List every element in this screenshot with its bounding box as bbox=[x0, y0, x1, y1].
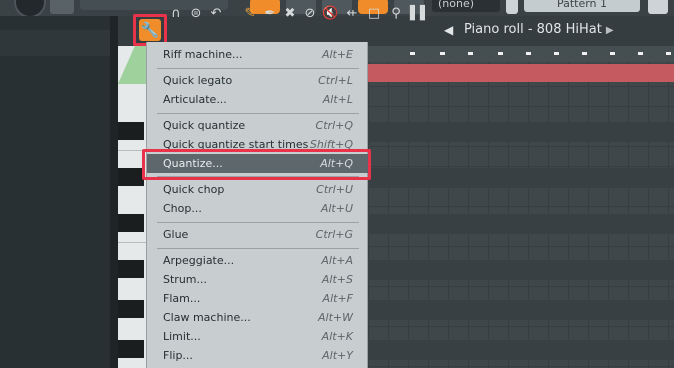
grid-row bbox=[368, 168, 674, 188]
menu-item-label: Quick chop bbox=[163, 183, 225, 196]
ruler-tick bbox=[498, 52, 503, 55]
hint-bar bbox=[80, 0, 228, 10]
piano-keyboard[interactable] bbox=[118, 46, 146, 368]
menu-item-label: Articulate... bbox=[163, 93, 227, 106]
delete-icon[interactable]: ✖ bbox=[282, 6, 298, 22]
playback-icon[interactable]: ▌▌ bbox=[410, 6, 430, 22]
piano-roll-title[interactable]: Piano roll - 808 HiHat ▶ bbox=[464, 21, 614, 40]
menu-item-label: Riff machine... bbox=[163, 48, 243, 61]
menu-item-quick-legato[interactable]: Quick legato Ctrl+L bbox=[147, 71, 369, 90]
menu-item-shortcut: Ctrl+U bbox=[316, 183, 353, 196]
menu-item-label: Claw machine... bbox=[163, 311, 251, 324]
menu-item-shortcut: Alt+Y bbox=[322, 349, 353, 362]
menu-item-label: Limit... bbox=[163, 330, 201, 343]
menu-item-label: Arpeggiate... bbox=[163, 254, 235, 267]
grid-row bbox=[368, 214, 674, 234]
black-key[interactable] bbox=[118, 168, 144, 186]
menu-item-chop[interactable]: Chop... Alt+U bbox=[147, 199, 369, 218]
ruler-tick bbox=[582, 52, 587, 55]
menu-item-quick-quantize[interactable]: Quick quantize Ctrl+Q bbox=[147, 116, 369, 135]
menu-item-shortcut: Ctrl+Q bbox=[315, 119, 353, 132]
ruler-tick bbox=[526, 52, 531, 55]
toolbar-button[interactable] bbox=[50, 0, 74, 14]
select-icon[interactable]: □ bbox=[366, 6, 382, 22]
forbid-icon[interactable]: ⊘ bbox=[302, 6, 318, 22]
note-grid[interactable] bbox=[368, 46, 674, 368]
menu-item-articulate[interactable]: Articulate... Alt+L bbox=[147, 90, 369, 109]
menu-item-shortcut: Ctrl+G bbox=[315, 228, 353, 241]
grid-row bbox=[368, 260, 674, 280]
piano-roll-title-text: Piano roll - 808 HiHat bbox=[464, 22, 602, 37]
ruler-tick bbox=[468, 52, 473, 55]
black-key[interactable] bbox=[118, 122, 144, 140]
menu-item-label: Quick quantize bbox=[163, 119, 246, 132]
add-pattern-button[interactable] bbox=[648, 0, 668, 14]
pattern-select[interactable]: (none) bbox=[432, 0, 500, 12]
menu-separator bbox=[157, 248, 359, 249]
menu-item-label: Chop... bbox=[163, 202, 202, 215]
menu-item-label: Flip... bbox=[163, 349, 193, 362]
stamp-icon[interactable]: ⊜ bbox=[188, 6, 204, 22]
menu-separator bbox=[157, 222, 359, 223]
speaker-icon: ◀ bbox=[444, 23, 454, 37]
title-arrow-icon: ▶ bbox=[605, 25, 614, 36]
grid-row bbox=[368, 300, 674, 320]
menu-item-shortcut: Alt+A bbox=[321, 254, 353, 267]
menu-item-shortcut: Alt+F bbox=[322, 292, 353, 305]
slice-icon[interactable]: ⇷ bbox=[344, 6, 360, 22]
note-bar[interactable] bbox=[368, 64, 674, 82]
ruler-tick bbox=[410, 52, 415, 55]
channel-panel bbox=[0, 16, 110, 368]
ruler-tick bbox=[638, 52, 643, 55]
brush-icon[interactable]: ✒ bbox=[262, 6, 278, 22]
grid-row bbox=[368, 122, 674, 142]
panel-band bbox=[0, 30, 110, 56]
menu-item-strum[interactable]: Strum... Alt+S bbox=[147, 270, 369, 289]
menu-item-label: Flam... bbox=[163, 292, 201, 305]
black-key[interactable] bbox=[118, 214, 144, 232]
undo-icon[interactable]: ↶ bbox=[208, 6, 224, 22]
menu-item-shortcut: Alt+E bbox=[321, 48, 353, 61]
menu-separator bbox=[157, 68, 359, 69]
menu-item-shortcut: Alt+S bbox=[321, 273, 353, 286]
menu-item-claw-machine[interactable]: Claw machine... Alt+W bbox=[147, 308, 369, 327]
menu-item-flam[interactable]: Flam... Alt+F bbox=[147, 289, 369, 308]
menu-item-riff-machine[interactable]: Riff machine... Alt+E bbox=[147, 45, 369, 64]
menu-item-quick-chop[interactable]: Quick chop Ctrl+U bbox=[147, 180, 369, 199]
panel-divider[interactable] bbox=[110, 16, 118, 368]
pattern-name-field[interactable]: Pattern 1 bbox=[524, 0, 640, 12]
mute-icon[interactable]: 🔇 bbox=[322, 6, 338, 22]
menu-item-label: Glue bbox=[163, 228, 189, 241]
pencil-icon[interactable]: ✎ bbox=[242, 6, 258, 22]
quantize-highlight-box bbox=[142, 149, 371, 180]
menu-item-shortcut: Ctrl+L bbox=[318, 74, 353, 87]
timeline-ruler[interactable] bbox=[368, 46, 674, 62]
menu-item-shortcut: Alt+K bbox=[321, 330, 353, 343]
black-key[interactable] bbox=[118, 300, 144, 318]
zoom-icon[interactable]: ⚲ bbox=[388, 6, 404, 22]
menu-item-label: Strum... bbox=[163, 273, 207, 286]
menu-item-arpeggiate[interactable]: Arpeggiate... Alt+A bbox=[147, 251, 369, 270]
menu-item-limit[interactable]: Limit... Alt+K bbox=[147, 327, 369, 346]
ruler-tick bbox=[666, 52, 671, 55]
menu-item-shortcut: Alt+L bbox=[322, 93, 353, 106]
menu-item-label: Quick legato bbox=[163, 74, 233, 87]
tools-menu: Riff machine... Alt+E Quick legato Ctrl+L … bbox=[146, 42, 369, 368]
black-key[interactable] bbox=[118, 260, 144, 278]
ruler-tick bbox=[554, 52, 559, 55]
black-key[interactable] bbox=[118, 340, 144, 358]
magnet-icon[interactable]: ∩ bbox=[168, 6, 184, 22]
menu-item-shortcut: Alt+W bbox=[318, 311, 353, 324]
pattern-nav-button[interactable] bbox=[506, 0, 518, 14]
master-volume-knob[interactable] bbox=[14, 0, 46, 16]
menu-item-shortcut: Alt+U bbox=[320, 202, 353, 215]
menu-item-flip[interactable]: Flip... Alt+Y bbox=[147, 346, 369, 365]
ruler-tick bbox=[610, 52, 615, 55]
grid-row bbox=[368, 340, 674, 360]
menu-separator bbox=[157, 113, 359, 114]
ruler-tick bbox=[440, 52, 445, 55]
key-divider bbox=[118, 242, 146, 243]
menu-item-glue[interactable]: Glue Ctrl+G bbox=[147, 225, 369, 244]
key-highlight bbox=[118, 46, 146, 84]
